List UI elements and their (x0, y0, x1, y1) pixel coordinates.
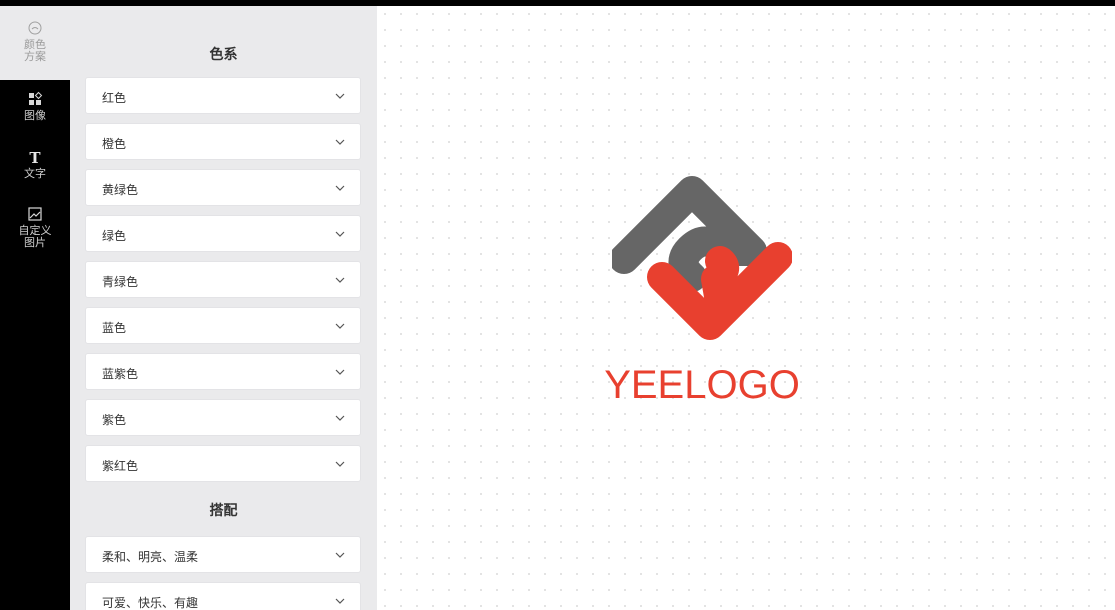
chevron-down-icon (335, 415, 345, 421)
rail-label-text: 文字 (24, 167, 46, 180)
image-icon (28, 207, 42, 221)
color-dropdown-orange[interactable]: 橙色 (85, 123, 361, 160)
rail-item-text[interactable]: T 文字 (0, 149, 70, 180)
color-dropdown-magenta[interactable]: 紫红色 (85, 445, 361, 482)
rail-label-image: 图像 (24, 109, 46, 122)
palette-icon (28, 21, 42, 35)
rail-item-color-scheme[interactable]: 颜色 方案 (0, 20, 70, 63)
text-icon: T (29, 149, 41, 165)
tool-rail: 颜色 方案 图像 T 文字 自定义 图片 (0, 6, 70, 610)
color-dropdown-purple[interactable]: 紫色 (85, 399, 361, 436)
chevron-down-icon (335, 323, 345, 329)
rail-label-color-scheme: 颜色 方案 (24, 38, 46, 63)
dropdown-label: 橙色 (102, 137, 127, 151)
dropdown-label: 绿色 (102, 229, 127, 243)
rail-label-custom-image: 自定义 图片 (18, 224, 52, 249)
color-dropdown-green[interactable]: 绿色 (85, 215, 361, 252)
dropdown-label: 柔和、明亮、温柔 (102, 550, 199, 564)
rail-item-custom-image[interactable]: 自定义 图片 (0, 206, 70, 249)
combo-title: 搭配 (209, 503, 238, 519)
logo-text[interactable]: YEELOGO (577, 363, 827, 408)
dropdown-label: 红色 (102, 91, 127, 105)
shapes-icon (29, 91, 43, 105)
chevron-down-icon (335, 552, 345, 558)
chevron-down-icon (335, 461, 345, 467)
dropdown-label: 可爱、快乐、有趣 (102, 596, 199, 610)
color-dropdown-red[interactable]: 红色 (85, 77, 361, 114)
color-family-title: 色系 (209, 47, 238, 63)
dropdown-label: 黄绿色 (102, 183, 139, 197)
chevron-down-icon (335, 598, 345, 604)
color-dropdown-blue[interactable]: 蓝色 (85, 307, 361, 344)
dropdown-label: 蓝紫色 (102, 367, 139, 381)
color-dropdown-yellow-green[interactable]: 黄绿色 (85, 169, 361, 206)
rail-item-image[interactable]: 图像 (0, 91, 70, 122)
chevron-down-icon (335, 93, 345, 99)
dropdown-label: 青绿色 (102, 275, 139, 289)
combo-dropdown-soft[interactable]: 柔和、明亮、温柔 (85, 536, 361, 573)
chevron-down-icon (335, 369, 345, 375)
color-dropdown-cyan-green[interactable]: 青绿色 (85, 261, 361, 298)
color-dropdown-blue-purple[interactable]: 蓝紫色 (85, 353, 361, 390)
dropdown-label: 蓝色 (102, 321, 127, 335)
chevron-down-icon (335, 277, 345, 283)
design-canvas[interactable]: YEELOGO (377, 6, 1115, 610)
dropdown-label: 紫色 (102, 413, 127, 427)
svg-text:T: T (29, 149, 41, 165)
dropdown-label: 紫红色 (102, 459, 139, 473)
chevron-down-icon (335, 139, 345, 145)
logo-mark[interactable] (612, 171, 792, 371)
chevron-down-icon (335, 231, 345, 237)
chevron-down-icon (335, 185, 345, 191)
color-scheme-panel: 色系 红色 橙色 黄绿色 绿色 青绿色 蓝色 蓝紫色 紫色 紫红色 搭配 柔和、… (70, 6, 377, 610)
combo-dropdown-cute[interactable]: 可爱、快乐、有趣 (85, 582, 361, 610)
